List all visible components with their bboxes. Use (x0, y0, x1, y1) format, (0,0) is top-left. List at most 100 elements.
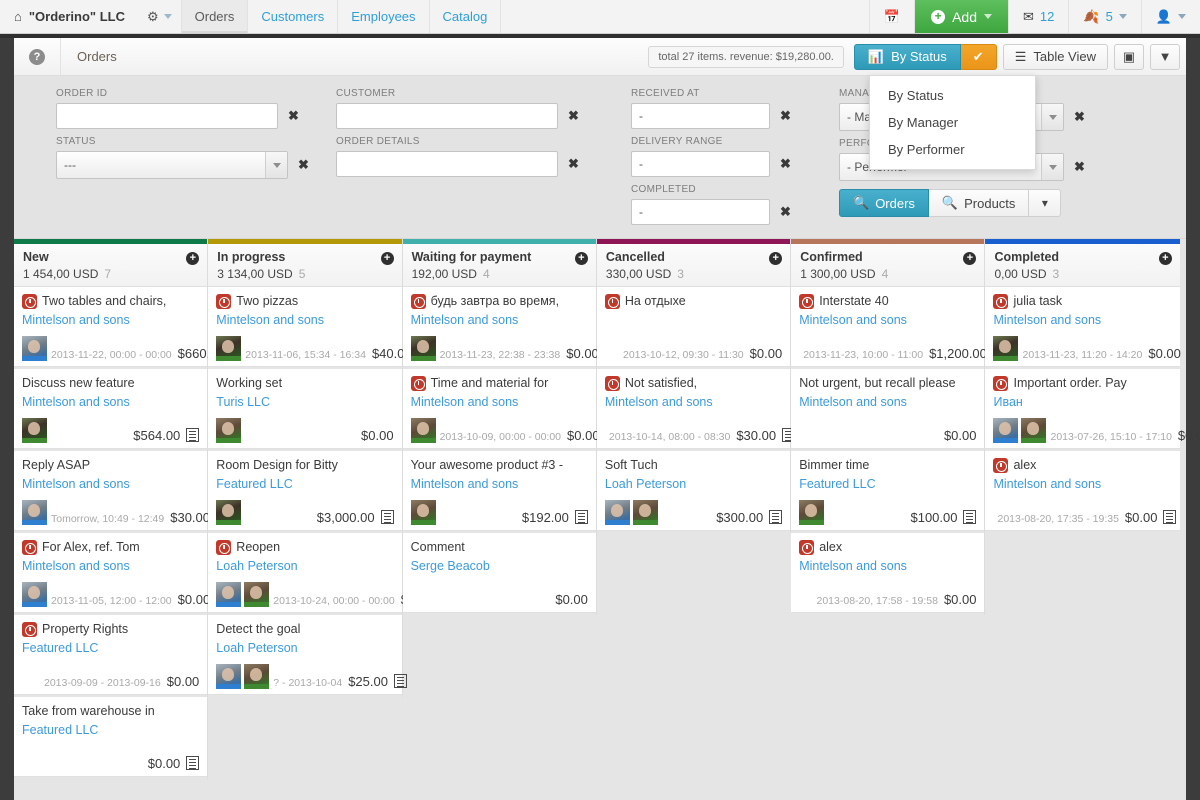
search-orders-button[interactable]: 🔍 Orders (839, 189, 929, 217)
clear-order-details-icon[interactable]: ✖ (568, 156, 579, 172)
kanban-card[interactable]: alex Mintelson and sons 2013-08-20, 17:58 … (791, 533, 985, 613)
kanban-card-customer-link[interactable]: Mintelson and sons (799, 312, 976, 328)
apply-grouping-button[interactable]: ✔ (960, 43, 997, 70)
card-details-icon[interactable] (380, 510, 394, 524)
help-button[interactable]: ? (14, 38, 61, 75)
clear-order-id-icon[interactable]: ✖ (288, 108, 299, 124)
notifications-button[interactable]: 🍂 5 (1068, 0, 1140, 33)
card-details-icon[interactable] (1163, 510, 1177, 524)
kanban-card[interactable]: Property Rights Featured LLC 2013-09-09 - … (14, 615, 208, 695)
kanban-card[interactable]: alex Mintelson and sons 2013-08-20, 17:35 … (985, 451, 1180, 531)
kanban-card[interactable]: For Alex, ref. Tom Mintelson and sons 2013… (14, 533, 210, 613)
add-button[interactable]: + Add (914, 0, 1009, 33)
kanban-card[interactable]: Two pizzas Mintelson and sons 2013-11-06, … (208, 287, 431, 367)
dropdown-item-by-status[interactable]: By Status (870, 82, 1035, 109)
card-details-icon[interactable] (186, 756, 200, 770)
settings-menu-button[interactable]: ⚙ (137, 0, 182, 33)
filter-toggle-button[interactable]: ▼ (1150, 43, 1180, 70)
calendar-button[interactable]: 📅 (868, 0, 914, 33)
card-details-icon[interactable] (393, 674, 407, 688)
clear-status-icon[interactable]: ✖ (298, 157, 309, 173)
kanban-card[interactable]: Detect the goal Loah Peterson ? - 2013-10-… (208, 615, 407, 695)
clear-manager-icon[interactable]: ✖ (1074, 109, 1085, 125)
kanban-card-customer-link[interactable]: Loah Peterson (605, 476, 782, 492)
search-products-button[interactable]: 🔍 Products (928, 189, 1030, 217)
kanban-column-add-button[interactable]: + (1158, 252, 1172, 265)
kanban-card-customer-link[interactable]: Mintelson and sons (605, 394, 782, 410)
search-more-button[interactable]: ▾ (1029, 189, 1062, 217)
kanban-card[interactable]: Your awesome product #3 - Mintelson and s… (402, 451, 596, 531)
clear-performer-icon[interactable]: ✖ (1074, 159, 1085, 175)
kanban-card-customer-link[interactable]: Иван (993, 394, 1171, 410)
kanban-card[interactable]: Bimmer time Featured LLC $100.00 (791, 451, 985, 531)
group-by-status-button[interactable]: 📊 By Status (853, 43, 961, 70)
kanban-column-add-button[interactable]: + (380, 252, 394, 265)
received-at-input[interactable] (631, 103, 770, 129)
status-select[interactable]: --- (56, 151, 288, 179)
completed-input[interactable] (631, 199, 770, 225)
kanban-card-customer-link[interactable]: Serge Beacob (411, 558, 588, 574)
order-id-input[interactable] (56, 103, 278, 129)
kanban-card-customer-link[interactable]: Mintelson and sons (411, 476, 588, 492)
kanban-card-customer-link[interactable]: Featured LLC (22, 640, 199, 656)
kanban-card-customer-link[interactable]: Featured LLC (22, 722, 199, 738)
card-details-icon[interactable] (769, 510, 783, 524)
nav-tab-orders[interactable]: Orders (180, 0, 249, 33)
kanban-card-customer-link[interactable]: Mintelson and sons (411, 394, 588, 410)
order-details-input[interactable] (336, 151, 558, 177)
delivery-range-input[interactable] (631, 151, 770, 177)
kanban-card-customer-link[interactable]: Featured LLC (799, 476, 976, 492)
clear-delivery-range-icon[interactable]: ✖ (780, 156, 791, 172)
card-details-icon[interactable] (574, 510, 588, 524)
customer-input[interactable] (336, 103, 558, 129)
kanban-card-customer-link[interactable]: Mintelson and sons (22, 558, 199, 574)
nav-tab-customers[interactable]: Customers (247, 0, 339, 33)
clear-received-at-icon[interactable]: ✖ (780, 108, 791, 124)
dropdown-item-by-performer[interactable]: By Performer (870, 136, 1035, 163)
kanban-card[interactable]: julia task Mintelson and sons 2013-11-23, … (985, 287, 1181, 367)
kanban-card[interactable]: будь завтра во время, Mintelson and sons 2… (402, 287, 599, 367)
kanban-card-customer-link[interactable]: Mintelson and sons (799, 558, 976, 574)
kanban-card-customer-link[interactable]: Mintelson and sons (993, 476, 1171, 492)
kanban-card[interactable]: Time and material for Mintelson and sons 2… (402, 369, 600, 449)
kanban-card-customer-link[interactable]: Loah Peterson (216, 558, 393, 574)
kanban-card[interactable]: Discuss new feature Mintelson and sons $56… (14, 369, 208, 449)
kanban-card[interactable]: Two tables and chairs, Mintelson and sons… (14, 287, 244, 367)
kanban-card[interactable]: Not satisfied, Mintelson and sons 2013-10-… (596, 369, 796, 449)
kanban-card[interactable]: Comment Serge Beacob $0.00 (402, 533, 596, 613)
kanban-card[interactable]: Not urgent, but recall please Mintelson a… (791, 369, 985, 449)
nav-tab-employees[interactable]: Employees (337, 0, 430, 33)
kanban-card[interactable]: Important order. Pay Иван 2013-07-26, 15:1… (985, 369, 1200, 449)
kanban-card-customer-link[interactable]: Mintelson and sons (22, 394, 199, 410)
kanban-card[interactable]: Reopen Loah Peterson 2013-10-24, 00:00 - 0… (208, 533, 460, 613)
card-details-icon[interactable] (186, 428, 200, 442)
table-view-button[interactable]: ☰ Table View (1002, 43, 1108, 70)
kanban-card-customer-link[interactable]: Featured LLC (216, 476, 393, 492)
kanban-card-customer-link[interactable]: Loah Peterson (216, 640, 393, 656)
kanban-card[interactable]: Working set Turis LLC $0.00 (208, 369, 402, 449)
kanban-card[interactable]: На отдыхе 2013-10-12, 09:30 - 11:30 $0.00 (596, 287, 791, 367)
brand-home-link[interactable]: ⌂ "Orderino" LLC (0, 0, 137, 33)
kanban-card-customer-link[interactable]: Mintelson and sons (411, 312, 588, 328)
kanban-card-customer-link[interactable]: Mintelson and sons (216, 312, 393, 328)
nav-tab-catalog[interactable]: Catalog (428, 0, 502, 33)
kanban-card-customer-link[interactable]: Mintelson and sons (993, 312, 1171, 328)
user-menu-button[interactable]: 👤 (1140, 0, 1200, 33)
kanban-card-date: 2013-08-20, 17:35 - 19:35 (997, 513, 1119, 525)
clear-completed-icon[interactable]: ✖ (780, 204, 791, 220)
kanban-card[interactable]: Take from warehouse in Featured LLC $0.00 (14, 697, 208, 777)
kanban-card-customer-link[interactable]: Mintelson and sons (799, 394, 976, 410)
kanban-card[interactable]: Soft Tuch Loah Peterson $300.00 (596, 451, 791, 531)
kanban-card-customer-link[interactable]: Mintelson and sons (22, 476, 199, 492)
clear-customer-icon[interactable]: ✖ (568, 108, 579, 124)
dropdown-item-by-manager[interactable]: By Manager (870, 109, 1035, 136)
kanban-column-add-button[interactable]: + (574, 252, 588, 265)
kanban-card[interactable]: Reply ASAP Mintelson and sons Tomorrow, 10… (14, 451, 229, 531)
messages-button[interactable]: ✉ 12 (1008, 0, 1068, 33)
card-details-icon[interactable] (963, 510, 977, 524)
kanban-card[interactable]: Room Design for Bitty Featured LLC $3,000.… (208, 451, 402, 531)
kanban-card-customer-link[interactable]: Turis LLC (216, 394, 393, 410)
columns-button[interactable]: ▣ (1114, 43, 1144, 70)
kanban-card[interactable]: Interstate 40 Mintelson and sons 2013-11-2… (791, 287, 987, 367)
kanban-card-customer-link[interactable]: Mintelson and sons (22, 312, 199, 328)
